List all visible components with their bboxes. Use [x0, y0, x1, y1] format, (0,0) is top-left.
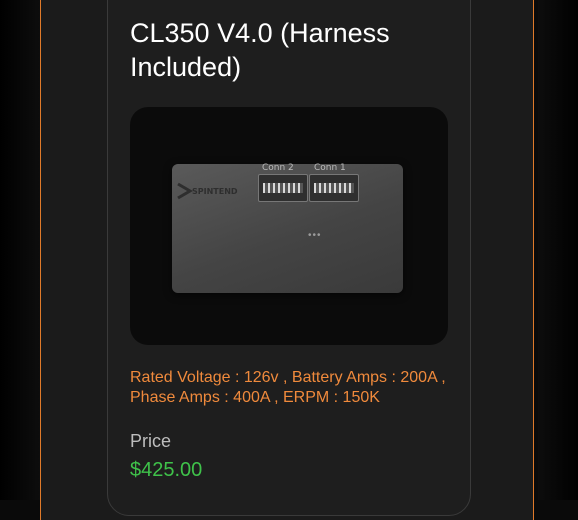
left-backdrop [0, 0, 40, 500]
product-image[interactable]: SPINTEND Conn 2 Conn 1 ••• [130, 107, 448, 345]
connector-1 [309, 174, 359, 202]
controller-device: SPINTEND Conn 2 Conn 1 ••• [172, 163, 403, 293]
product-specs: Rated Voltage : 126v , Battery Amps : 20… [130, 369, 446, 406]
status-dots: ••• [308, 230, 322, 241]
connector-2-label: Conn 2 [262, 163, 294, 173]
svg-text:SPINTEND: SPINTEND [192, 187, 238, 196]
connector-2 [258, 174, 308, 202]
connector-1-label: Conn 1 [314, 163, 346, 173]
right-backdrop [538, 0, 578, 500]
product-title[interactable]: CL350 V4.0 (Harness Included) [130, 16, 450, 84]
price-value: $425.00 [130, 459, 203, 481]
brand-logo-icon: SPINTEND [177, 182, 238, 200]
price-label: Price [130, 431, 172, 451]
